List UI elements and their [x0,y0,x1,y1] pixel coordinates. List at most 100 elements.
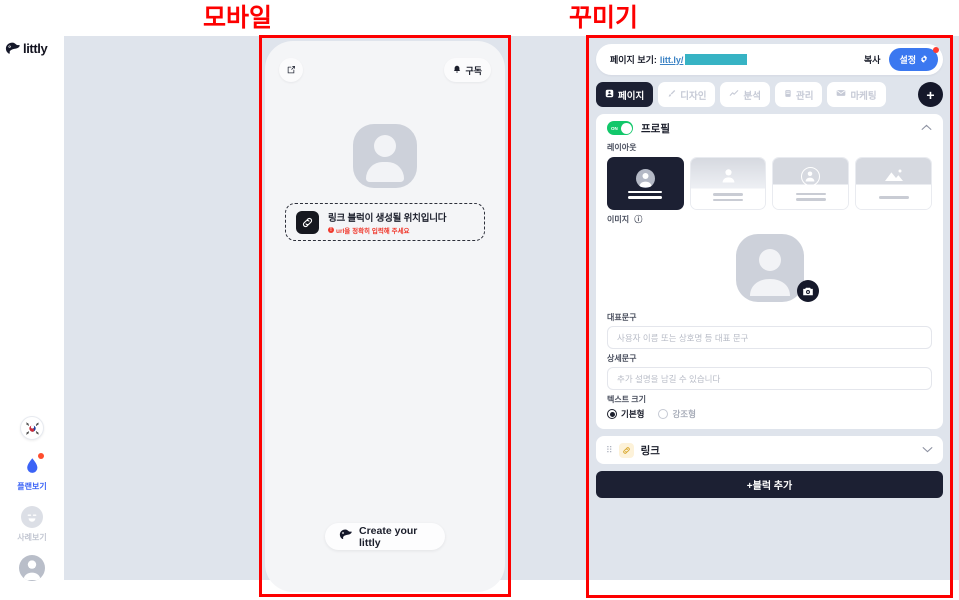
profile-image-uploader[interactable] [596,228,943,308]
bird-logo-icon [339,529,352,544]
layout-option-outline-avatar[interactable] [772,157,850,210]
water-drop-icon [19,453,45,479]
layout-avatar-glyph [801,166,821,186]
page-url-bar: 페이지 보기: litt.ly/ 복사 설정 [596,44,943,75]
subscribe-button[interactable]: 구독 [444,58,491,82]
link-section-card[interactable]: ⠿ 링크 [596,436,943,464]
text-size-label: 텍스트 크기 [607,395,647,404]
error-exclamation-icon: ! [328,226,334,233]
link-section-title: 링크 [640,444,660,457]
tab-pages[interactable]: 페이지 [596,82,654,107]
tab-design[interactable]: 디자인 [658,82,716,107]
korea-flag-icon [19,415,45,441]
layout-label: 레이아웃 [607,143,637,152]
link-placeholder-title: 링크 블럭이 생성될 위치입니다 [328,212,447,224]
annotation-label-mobile: 모바일 [197,3,279,33]
radio-label: 강조형 [672,409,696,419]
settings-label: 설정 [899,55,916,65]
chevron-up-icon[interactable] [921,123,932,134]
app-root: littly 플랜보기 사례보기 구독 링크 블럭이 생성될 위치입니다 ! u… [0,0,959,600]
rail-item-plan[interactable]: 플랜보기 [0,453,64,492]
add-block-button[interactable]: +블럭 추가 [596,471,943,498]
link-placeholder-error: ! url을 정확히 입력해 주세요 [328,225,446,235]
redacted-url-slug [685,54,748,65]
profile-section-card: ON 프로필 레이아웃 이미지 ⓘ 대표문구 사용자 이름 또는 상호명 등 대… [596,114,943,429]
settings-notification-dot [933,47,939,53]
bell-icon [453,65,461,76]
page-icon [605,89,614,101]
editor-panel: 페이지 보기: litt.ly/ 복사 설정 페이지 디자인 분석 관리 마케팅… [589,38,950,595]
drag-handle-icon[interactable]: ⠿ [606,445,613,455]
profile-toggle[interactable]: ON [607,121,633,135]
profile-section-header[interactable]: ON 프로필 [596,114,943,142]
layout-options [596,157,943,210]
user-avatar-icon [19,555,45,581]
toggle-on-label: ON [611,125,618,131]
headline-label: 대표문구 [607,313,637,322]
radio-label: 기본형 [621,409,645,419]
profile-section-title: 프로필 [641,122,670,135]
tab-label: 페이지 [618,90,645,102]
add-block-fab[interactable]: + [918,82,943,107]
info-icon[interactable]: ⓘ [634,215,642,224]
text-size-options: 기본형 강조형 [596,408,943,420]
detail-label: 상세문구 [607,354,637,363]
left-rail: littly 플랜보기 사례보기 [0,0,64,600]
create-littly-label: Create your littly [359,524,418,549]
smiley-face-icon [19,504,45,530]
tab-analytics[interactable]: 분석 [720,82,770,107]
subscribe-label: 구독 [465,65,482,76]
image-mountain-icon [882,168,906,187]
rail-item-label: 사례보기 [17,533,47,542]
page-url-actions: 복사 설정 [864,47,939,71]
page-url-left: 페이지 보기: litt.ly/ [610,53,748,66]
chevron-down-icon[interactable] [922,445,933,456]
create-your-littly-button[interactable]: Create your littly [325,523,445,550]
preview-topbar: 구독 [279,58,491,82]
text-size-option-basic[interactable]: 기본형 [607,408,644,420]
link-placeholder-error-text: url을 정확히 입력해 주세요 [336,227,410,235]
layout-avatar-glyph [635,168,655,188]
mobile-preview: 구독 링크 블럭이 생성될 위치입니다 ! url을 정확히 입력해 주세요 C… [265,41,505,592]
brand-logo-text: littly [23,41,48,56]
gear-icon [920,54,928,65]
chart-icon [729,89,739,101]
layout-option-cover-image[interactable] [855,157,932,210]
tab-label: 분석 [743,90,761,102]
detail-input[interactable] [607,367,932,390]
headline-input[interactable] [607,326,932,349]
image-label: 이미지 [607,215,630,224]
notification-dot [38,453,44,459]
rail-items: 플랜보기 사례보기 [0,415,64,581]
megaphone-icon [836,89,846,100]
layout-option-small-avatar[interactable] [689,157,767,210]
preview-avatar [353,124,417,188]
radio-selected-icon [607,409,617,419]
page-url-prefix: 페이지 보기: [610,55,657,65]
link-block-placeholder[interactable]: 링크 블럭이 생성될 위치입니다 ! url을 정확히 입력해 주세요 [285,203,485,241]
radio-unselected-icon [658,409,669,419]
tab-manage[interactable]: 관리 [774,82,823,107]
layout-avatar-glyph [719,166,738,185]
tab-label: 관리 [795,90,814,102]
brush-icon [667,89,676,101]
rail-item-account[interactable] [0,555,64,581]
toggle-knob [620,122,632,134]
external-link-icon[interactable] [279,58,303,82]
bird-logo-icon [5,42,20,56]
page-url-link[interactable]: litt.ly/ [660,55,684,65]
editor-tabs: 페이지 디자인 분석 관리 마케팅 + [596,82,943,107]
link-chain-icon [618,442,634,458]
rail-item-examples[interactable]: 사례보기 [0,504,64,543]
tab-marketing[interactable]: 마케팅 [827,82,886,107]
annotation-label-decorate: 꾸미기 [563,3,645,33]
rail-item-language[interactable] [0,415,64,441]
brand-logo[interactable]: littly [5,41,48,56]
camera-icon[interactable] [797,280,819,302]
text-size-option-emphasis[interactable]: 강조형 [658,408,696,420]
settings-button[interactable]: 설정 [889,47,939,71]
profile-image-placeholder [735,234,804,302]
layout-option-centered-avatar[interactable] [607,157,684,210]
copy-button[interactable]: 복사 [864,53,881,66]
rail-item-label: 플랜보기 [17,482,47,491]
